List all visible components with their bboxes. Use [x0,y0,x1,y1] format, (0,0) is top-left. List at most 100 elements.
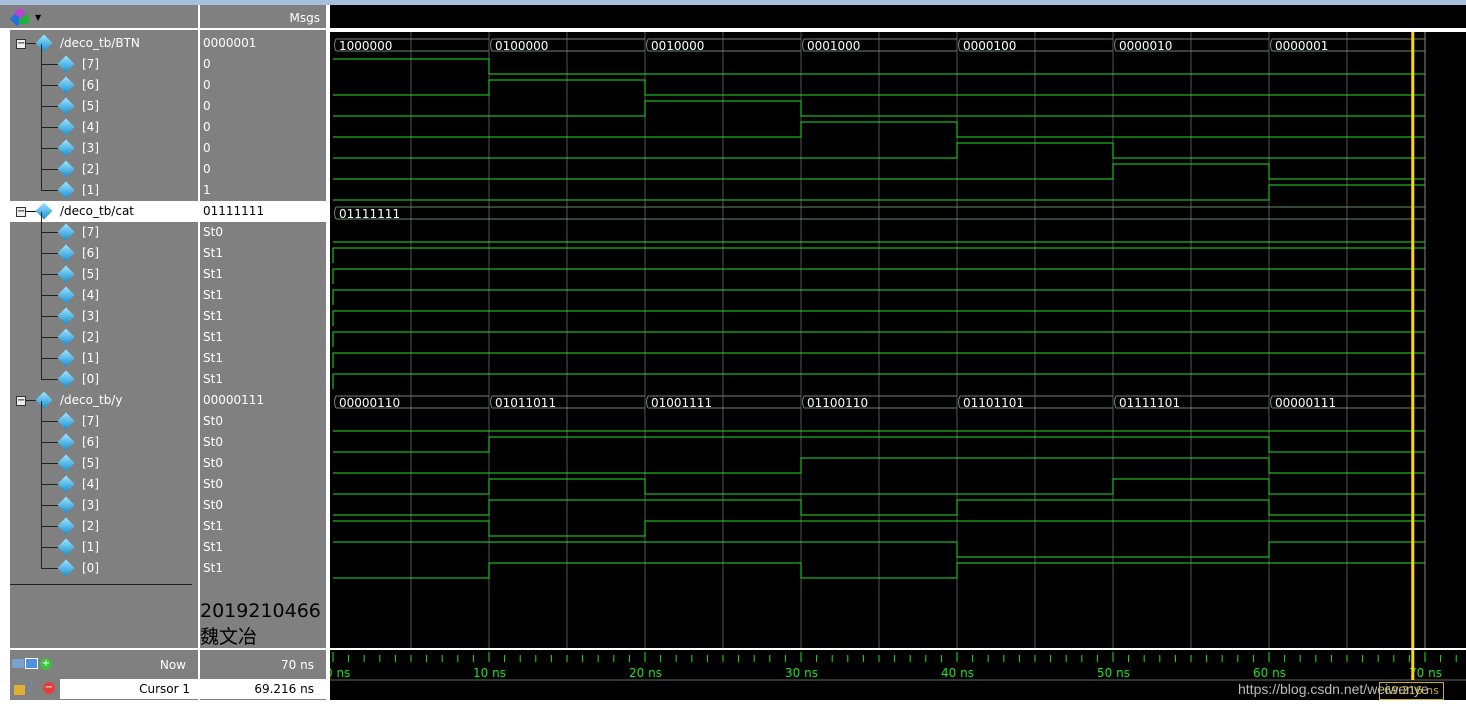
bit-diamond-icon [57,307,75,325]
tree-line [41,568,59,569]
bit-row[interactable]: [7] [10,212,198,243]
bit-row[interactable]: [2] [10,149,198,180]
bit-row[interactable]: [3] [10,128,198,159]
signal-row[interactable]: − /deco_tb/BTN [10,33,198,54]
waveform-canvas[interactable]: 1000000 0100000 0010000 0001000 0000100 00000… [330,32,1466,648]
bit-name: [1] [82,351,99,365]
tree-line [26,400,36,401]
tree-line [41,295,59,296]
bit-row[interactable]: [5] [10,254,198,285]
bit-value: St1 [203,246,223,260]
signal-value: 01111111 [200,201,326,222]
bit-row[interactable]: [0] [10,359,198,390]
bus-value-label: 1000000 [339,39,392,53]
now-value: 70 ns [281,658,314,672]
bit-row[interactable]: [1] [10,527,198,558]
signal-name: /deco_tb/cat [60,204,135,218]
collapse-icon[interactable]: − [16,39,26,49]
tree-line [41,274,59,275]
tree-line [41,190,59,191]
watermark: https://blog.csdn.net/weiwenye [1238,681,1429,697]
chevron-down-icon[interactable]: ▼ [35,13,41,22]
cursor-value: 69.216 ns [200,679,326,699]
bit-name: [2] [82,330,99,344]
collapse-icon[interactable]: − [16,207,26,217]
bit-row[interactable]: [7] [10,401,198,432]
bit-value: St1 [203,330,223,344]
wrench-icon[interactable]: / [28,680,32,695]
bit-diamond-icon [57,286,75,304]
bit-value: St1 [203,288,223,302]
bus-segment [334,206,1425,220]
bit-diamond-icon [57,349,75,367]
signal-value: 0000001 [203,36,257,50]
student-name: 魏文冶 [200,626,258,648]
bit-diamond-icon [57,139,75,157]
tree-line [41,64,59,65]
timeline[interactable]: 0 ns10 ns20 ns30 ns40 ns50 ns60 ns70 ns … [325,650,1466,700]
bit-row[interactable]: [2] [10,506,198,537]
bit-row[interactable]: [6] [10,422,198,453]
bus-value-label: 0000010 [1119,39,1172,53]
tree-line [41,148,59,149]
bit-row[interactable]: [6] [10,233,198,264]
bit-row[interactable]: [5] [10,86,198,117]
cursor-name[interactable]: Cursor 1 [60,679,198,699]
tree-line [41,85,59,86]
bit-row[interactable]: [4] [10,107,198,138]
collapse-icon[interactable]: − [16,396,26,406]
add-wave-icon[interactable] [12,659,24,668]
signal-diamond-icon [35,34,53,52]
signal-name: /deco_tb/y [60,393,123,407]
bit-diamond-icon [57,538,75,556]
tree-line [26,43,36,44]
bit-row[interactable]: [1] [10,170,198,201]
bus-value-label: 0010000 [651,39,704,53]
bit-diamond-icon [57,454,75,472]
tree-line [41,379,59,380]
bit-name: [0] [82,561,99,575]
waveform-pane[interactable]: 1000000 0100000 0010000 0001000 0000100 00000… [330,32,1466,648]
bit-row[interactable]: [0] [10,548,198,579]
add-cursor-icon[interactable]: + [40,658,52,670]
bit-value: St0 [203,498,223,512]
tree-line [41,358,59,359]
bit-row[interactable]: [4] [10,464,198,495]
bit-row[interactable]: [2] [10,317,198,348]
display-icon[interactable] [25,658,38,669]
bit-name: [7] [82,57,99,71]
bit-row[interactable]: [6] [10,65,198,96]
bit-row[interactable]: [4] [10,275,198,306]
signal-value: 00000111 [203,393,265,407]
tick-label: 40 ns [941,666,974,680]
signal-name: /deco_tb/BTN [60,36,140,50]
delete-cursor-icon[interactable]: − [43,682,55,694]
bit-row[interactable]: [7] [10,44,198,75]
bit-name: [4] [82,120,99,134]
bit-row[interactable]: [3] [10,485,198,516]
signal-value-pane: 0000001 0 0 0 0 0 0 1 01111111 St0 St1 St1 St1 St1 St1… [200,30,326,648]
tree-line [41,337,59,338]
bus-value-label: 01111111 [339,207,400,221]
signal-name-pane[interactable]: − /deco_tb/BTN [7] [6] [5] [4] [3] [2] [1] − /deco… [10,30,198,648]
bit-row[interactable]: [5] [10,443,198,474]
signal-row[interactable]: − /deco_tb/y [10,390,198,411]
bit-value: 0 [203,78,211,92]
bus-value-label: 00000110 [339,396,400,410]
bit-name: [0] [82,372,99,386]
bit-diamond-icon [57,433,75,451]
bit-row[interactable]: [3] [10,296,198,327]
tree-line [26,211,36,212]
bit-diamond-icon [57,412,75,430]
bit-row[interactable]: [1] [10,338,198,369]
bit-value: St0 [203,414,223,428]
bit-diamond-icon [57,328,75,346]
bit-value: St1 [203,309,223,323]
lock-icon[interactable] [14,685,25,695]
signal-row[interactable]: − /deco_tb/cat [10,201,198,222]
bit-name: [5] [82,99,99,113]
wave-layout-icon[interactable] [9,7,30,27]
bit-value: 0 [203,120,211,134]
bit-value: St1 [203,372,223,386]
tree-line [41,169,59,170]
